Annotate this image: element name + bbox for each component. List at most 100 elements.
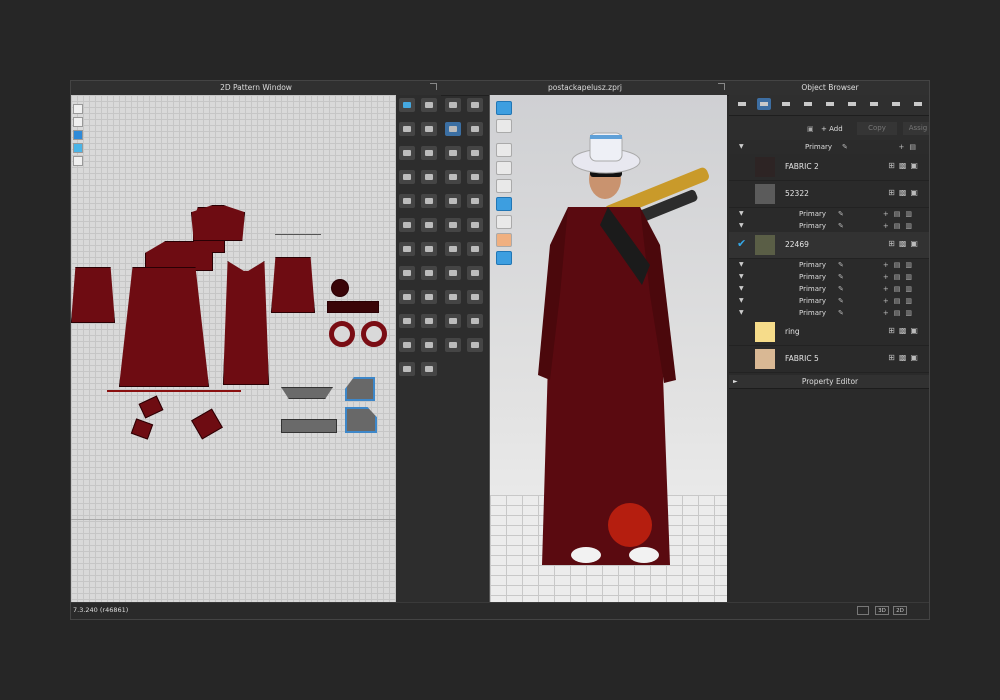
tool-internal-icon[interactable] bbox=[421, 146, 437, 160]
pattern-piece-sleeve-right[interactable] bbox=[271, 257, 315, 313]
primary-row[interactable]: ▼ Primary ✎ +▤▥ bbox=[729, 220, 929, 232]
sim-shape-icon[interactable] bbox=[467, 194, 483, 208]
tool-edit-curve-icon[interactable] bbox=[421, 170, 437, 184]
chevron-down-icon[interactable]: ▼ bbox=[739, 208, 744, 220]
fabric-actions-icons[interactable]: ⊞▩▣ bbox=[888, 326, 922, 335]
primary-row[interactable]: ▼ Primary ✎ +▤▥ bbox=[729, 271, 929, 283]
pencil-icon[interactable]: ✎ bbox=[838, 295, 844, 307]
sim-pants-icon[interactable] bbox=[467, 338, 483, 352]
primary-group-row[interactable]: ▼ Primary ✎ +▤ bbox=[729, 140, 929, 154]
fabric-tool-icon[interactable] bbox=[73, 143, 83, 153]
group-actions-icons[interactable]: +▤ bbox=[899, 140, 921, 154]
shoe-icon[interactable] bbox=[911, 98, 925, 110]
chevron-down-icon[interactable]: ▼ bbox=[739, 295, 744, 307]
sim-line-icon[interactable] bbox=[445, 290, 461, 304]
grid-icon[interactable] bbox=[779, 98, 793, 110]
tool-circle-icon[interactable] bbox=[399, 146, 415, 160]
pattern-piece-back[interactable] bbox=[223, 261, 269, 385]
tool-pin-icon[interactable] bbox=[421, 218, 437, 232]
sim-move-icon[interactable] bbox=[445, 122, 461, 136]
chevron-down-icon[interactable]: ▼ bbox=[739, 259, 744, 271]
tool-dart-icon[interactable] bbox=[399, 170, 415, 184]
view-single-button[interactable] bbox=[857, 606, 869, 615]
fabric-actions-icons[interactable]: ⊞▩▣ bbox=[888, 188, 922, 197]
pencil-icon[interactable]: ✎ bbox=[838, 220, 844, 232]
sim-tack-icon[interactable] bbox=[467, 146, 483, 160]
copy-button[interactable]: Copy bbox=[857, 122, 897, 135]
tool-fabric-icon[interactable] bbox=[399, 362, 415, 376]
sim-pin-icon[interactable] bbox=[445, 146, 461, 160]
tool-button-icon[interactable] bbox=[399, 242, 415, 256]
pattern-piece-pocket-2[interactable] bbox=[130, 418, 154, 440]
layer-tool-icon[interactable] bbox=[73, 156, 83, 166]
fabric-actions-icons[interactable]: ⊞▩▣ bbox=[888, 353, 922, 362]
row-actions-icons[interactable]: +▤▥ bbox=[883, 283, 917, 295]
list-icon[interactable] bbox=[735, 98, 749, 110]
row-actions-icons[interactable]: +▤▥ bbox=[883, 295, 917, 307]
fabric-row-selected[interactable]: ✔ 22469 ⊞▩▣ bbox=[729, 232, 929, 259]
tool-grid-icon[interactable] bbox=[399, 338, 415, 352]
tool-zipper-icon[interactable] bbox=[399, 266, 415, 280]
tool-fold-icon[interactable] bbox=[399, 218, 415, 232]
pattern-piece-pocket-1[interactable] bbox=[138, 395, 164, 419]
popout-icon[interactable] bbox=[718, 83, 725, 90]
pattern-piece-hood[interactable] bbox=[191, 205, 245, 241]
pattern-canvas[interactable] bbox=[71, 95, 396, 605]
row-actions-icons[interactable]: +▤▥ bbox=[883, 271, 917, 283]
tool-buttonhole-icon[interactable] bbox=[421, 242, 437, 256]
view-2d-button[interactable]: 2D bbox=[893, 606, 907, 615]
primary-row[interactable]: ▼ Primary ✎ +▤▥ bbox=[729, 208, 929, 220]
sim-arrange-icon[interactable] bbox=[467, 218, 483, 232]
tool-polygon-icon[interactable] bbox=[399, 122, 415, 136]
chevron-down-icon[interactable]: ▼ bbox=[739, 140, 744, 154]
viewport-3d[interactable] bbox=[489, 95, 727, 605]
tool-elastic-icon[interactable] bbox=[421, 266, 437, 280]
view-3d-button[interactable]: 3D bbox=[875, 606, 889, 615]
pattern-piece-front[interactable] bbox=[119, 267, 209, 387]
chevron-down-icon[interactable]: ▼ bbox=[739, 271, 744, 283]
chevron-right-icon[interactable]: ► bbox=[733, 375, 738, 388]
primary-row[interactable]: ▼ Primary ✎ +▤▥ bbox=[729, 295, 929, 307]
pattern-piece-brim-right[interactable] bbox=[361, 321, 387, 347]
pencil-icon[interactable]: ✎ bbox=[838, 271, 844, 283]
sim-circle-icon[interactable] bbox=[467, 290, 483, 304]
sim-strain-icon[interactable] bbox=[467, 266, 483, 280]
popout-icon[interactable] bbox=[430, 83, 437, 90]
tool-font-icon[interactable] bbox=[399, 314, 415, 328]
pencil-icon[interactable]: ✎ bbox=[838, 259, 844, 271]
pattern-piece-brim-left[interactable] bbox=[329, 321, 355, 347]
chevron-down-icon[interactable]: ▼ bbox=[739, 283, 744, 295]
add-button[interactable]: + Add bbox=[821, 125, 843, 133]
sim-puckering-icon[interactable] bbox=[445, 170, 461, 184]
chevron-down-icon[interactable]: ▼ bbox=[739, 307, 744, 319]
pencil-icon[interactable]: ✎ bbox=[838, 307, 844, 319]
pattern-piece-sleeve-left[interactable] bbox=[71, 267, 115, 323]
primary-row[interactable]: ▼ Primary ✎ +▤▥ bbox=[729, 283, 929, 295]
folder-icon[interactable]: ▣ bbox=[807, 125, 814, 133]
pattern-piece-gun-top[interactable] bbox=[281, 387, 333, 399]
check-icon[interactable]: ✔ bbox=[737, 237, 746, 250]
pattern-piece-gun-body[interactable] bbox=[281, 419, 337, 433]
sim-fold-icon[interactable] bbox=[467, 122, 483, 136]
pattern-piece-flap[interactable] bbox=[191, 408, 223, 440]
tool-segment-icon[interactable] bbox=[421, 194, 437, 208]
pencil-icon[interactable]: ✎ bbox=[842, 140, 848, 154]
pattern-piece-strap[interactable] bbox=[275, 234, 321, 235]
pattern-piece-selected-1[interactable] bbox=[345, 377, 375, 401]
fabric-actions-icons[interactable]: ⊞▩▣ bbox=[888, 239, 922, 248]
tool-transform-icon[interactable] bbox=[421, 98, 437, 112]
sim-shirt-icon[interactable] bbox=[445, 266, 461, 280]
globe-icon[interactable] bbox=[801, 98, 815, 110]
sim-jacket-icon[interactable] bbox=[445, 338, 461, 352]
fabric-icon[interactable] bbox=[757, 98, 771, 110]
sim-zipper-icon[interactable] bbox=[445, 242, 461, 256]
tool-rectangle-icon[interactable] bbox=[421, 122, 437, 136]
row-actions-icons[interactable]: +▤▥ bbox=[883, 259, 917, 271]
primary-row[interactable]: ▼ Primary ✎ +▤▥ bbox=[729, 259, 929, 271]
tool-graphic-icon[interactable] bbox=[421, 338, 437, 352]
assign-button[interactable]: Assig bbox=[903, 122, 929, 135]
tool-select-icon[interactable] bbox=[399, 98, 415, 112]
sim-measure-icon[interactable] bbox=[445, 218, 461, 232]
pencil-icon[interactable]: ✎ bbox=[838, 283, 844, 295]
pattern-piece-hat-band[interactable] bbox=[327, 301, 379, 313]
